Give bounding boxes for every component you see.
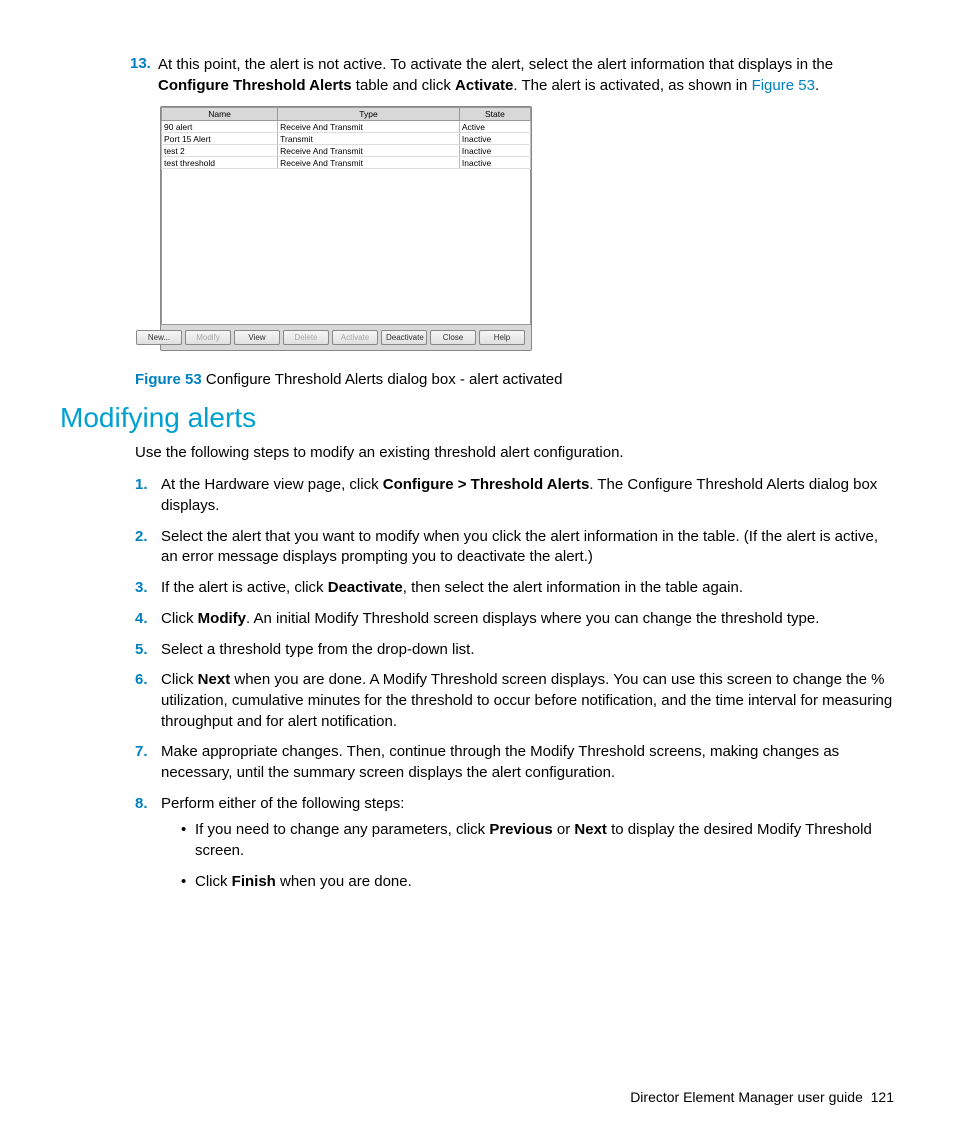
text-frag: Click — [195, 873, 232, 890]
step-item: 1.At the Hardware view page, click Confi… — [135, 475, 894, 516]
table-row[interactable]: test thresholdReceive And TransmitInacti… — [162, 157, 531, 169]
alerts-table: NameTypeState 90 alertReceive And Transm… — [161, 107, 531, 169]
close-button[interactable]: Close — [430, 330, 476, 345]
text-frag: . — [815, 77, 819, 94]
configure-threshold-alerts-dialog: NameTypeState 90 alertReceive And Transm… — [160, 106, 532, 351]
table-row[interactable]: 90 alertReceive And TransmitActive — [162, 121, 531, 133]
text-frag: when you are done. — [276, 873, 412, 890]
step-item: 2.Select the alert that you want to modi… — [135, 527, 894, 568]
table-row[interactable]: test 2Receive And TransmitInactive — [162, 145, 531, 157]
table-cell: Port 15 Alert — [162, 133, 278, 145]
step-text: Select the alert that you want to modify… — [161, 527, 894, 568]
text-frag: If the alert is active, click — [161, 579, 328, 596]
text-bold: Modify — [198, 610, 246, 627]
deactivate-button[interactable]: Deactivate — [381, 330, 427, 345]
step-13-text: At this point, the alert is not active. … — [158, 55, 894, 96]
text-bold: Deactivate — [328, 579, 403, 596]
view-button[interactable]: View — [234, 330, 280, 345]
step-item: 8.Perform either of the following steps:… — [135, 794, 894, 903]
text-frag: If you need to change any parameters, cl… — [195, 821, 489, 838]
table-cell: test 2 — [162, 145, 278, 157]
step-number: 1. — [135, 475, 161, 516]
page-number: 121 — [871, 1089, 894, 1105]
text-frag: At this point, the alert is not active. … — [158, 56, 833, 73]
text-bold: Previous — [489, 821, 552, 838]
step-text: Click Modify. An initial Modify Threshol… — [161, 609, 894, 630]
intro-text: Use the following steps to modify an exi… — [135, 444, 894, 461]
delete-button: Delete — [283, 330, 329, 345]
new--button[interactable]: New... — [136, 330, 182, 345]
text-frag: At the Hardware view page, click — [161, 476, 383, 493]
figure-caption: Figure 53 Configure Threshold Alerts dia… — [135, 371, 894, 388]
modify-button: Modify — [185, 330, 231, 345]
dialog-button-row: New...ModifyViewDeleteActivateDeactivate… — [161, 325, 531, 350]
step-13-item: 13. At this point, the alert is not acti… — [130, 55, 894, 96]
step-number: 5. — [135, 640, 161, 661]
text-bold: Next — [198, 671, 231, 688]
sub-list-item: If you need to change any parameters, cl… — [181, 820, 894, 861]
figure-label: Figure 53 — [135, 371, 202, 388]
step-number: 2. — [135, 527, 161, 568]
step-item: 3.If the alert is active, click Deactiva… — [135, 578, 894, 599]
step-text: Click Next when you are done. A Modify T… — [161, 670, 894, 732]
text-bold: Configure > Threshold Alerts — [383, 476, 590, 493]
step-item: 6.Click Next when you are done. A Modify… — [135, 670, 894, 732]
text-bold: Next — [574, 821, 607, 838]
step-number: 8. — [135, 794, 161, 903]
text-frag: Select the alert that you want to modify… — [161, 528, 878, 566]
figure-link[interactable]: Figure 53 — [752, 77, 815, 94]
text-frag: table and click — [352, 77, 455, 94]
activate-button: Activate — [332, 330, 378, 345]
text-frag: , then select the alert information in t… — [403, 579, 743, 596]
step-text: Perform either of the following steps: If… — [161, 794, 894, 903]
step-item: 7.Make appropriate changes. Then, contin… — [135, 742, 894, 783]
text-frag: or — [553, 821, 575, 838]
column-header[interactable]: Type — [278, 108, 460, 121]
text-bold: Configure Threshold Alerts — [158, 77, 352, 94]
step-number: 6. — [135, 670, 161, 732]
text-bold: Activate — [455, 77, 513, 94]
sub-list: If you need to change any parameters, cl… — [161, 820, 894, 892]
table-cell: Receive And Transmit — [278, 145, 460, 157]
section-heading: Modifying alerts — [60, 402, 894, 434]
table-cell: Receive And Transmit — [278, 157, 460, 169]
table-cell: 90 alert — [162, 121, 278, 133]
table-cell: Active — [459, 121, 530, 133]
step-number: 7. — [135, 742, 161, 783]
step-item: 4.Click Modify. An initial Modify Thresh… — [135, 609, 894, 630]
table-cell: Inactive — [459, 157, 530, 169]
step-text: If the alert is active, click Deactivate… — [161, 578, 894, 599]
table-cell: Inactive — [459, 145, 530, 157]
table-cell: Inactive — [459, 133, 530, 145]
text-frag: . An initial Modify Threshold screen dis… — [246, 610, 819, 627]
step-text: At the Hardware view page, click Configu… — [161, 475, 894, 516]
column-header[interactable]: State — [459, 108, 530, 121]
table-row[interactable]: Port 15 AlertTransmitInactive — [162, 133, 531, 145]
footer-title: Director Element Manager user guide — [630, 1089, 863, 1105]
step-text: Make appropriate changes. Then, continue… — [161, 742, 894, 783]
text-frag: when you are done. A Modify Threshold sc… — [161, 671, 892, 729]
step-number: 3. — [135, 578, 161, 599]
text-frag: Click — [161, 610, 198, 627]
text-frag: . The alert is activated, as shown in — [513, 77, 751, 94]
table-cell: Transmit — [278, 133, 460, 145]
text-frag: Click — [161, 671, 198, 688]
sub-list-item: Click Finish when you are done. — [181, 872, 894, 893]
text-frag: Make appropriate changes. Then, continue… — [161, 743, 839, 781]
text-bold: Finish — [232, 873, 276, 890]
page-footer: Director Element Manager user guide 121 — [630, 1089, 894, 1105]
help-button[interactable]: Help — [479, 330, 525, 345]
table-cell: Receive And Transmit — [278, 121, 460, 133]
step-number: 13. — [130, 55, 158, 96]
step-number: 4. — [135, 609, 161, 630]
figure-caption-text: Configure Threshold Alerts dialog box - … — [202, 371, 563, 388]
table-cell: test threshold — [162, 157, 278, 169]
text-frag: Select a threshold type from the drop-do… — [161, 641, 475, 658]
table-empty-area — [161, 169, 531, 325]
step-item: 5.Select a threshold type from the drop-… — [135, 640, 894, 661]
step-text: Select a threshold type from the drop-do… — [161, 640, 894, 661]
column-header[interactable]: Name — [162, 108, 278, 121]
steps-list: 1.At the Hardware view page, click Confi… — [135, 475, 894, 902]
text-frag: Perform either of the following steps: — [161, 795, 404, 812]
